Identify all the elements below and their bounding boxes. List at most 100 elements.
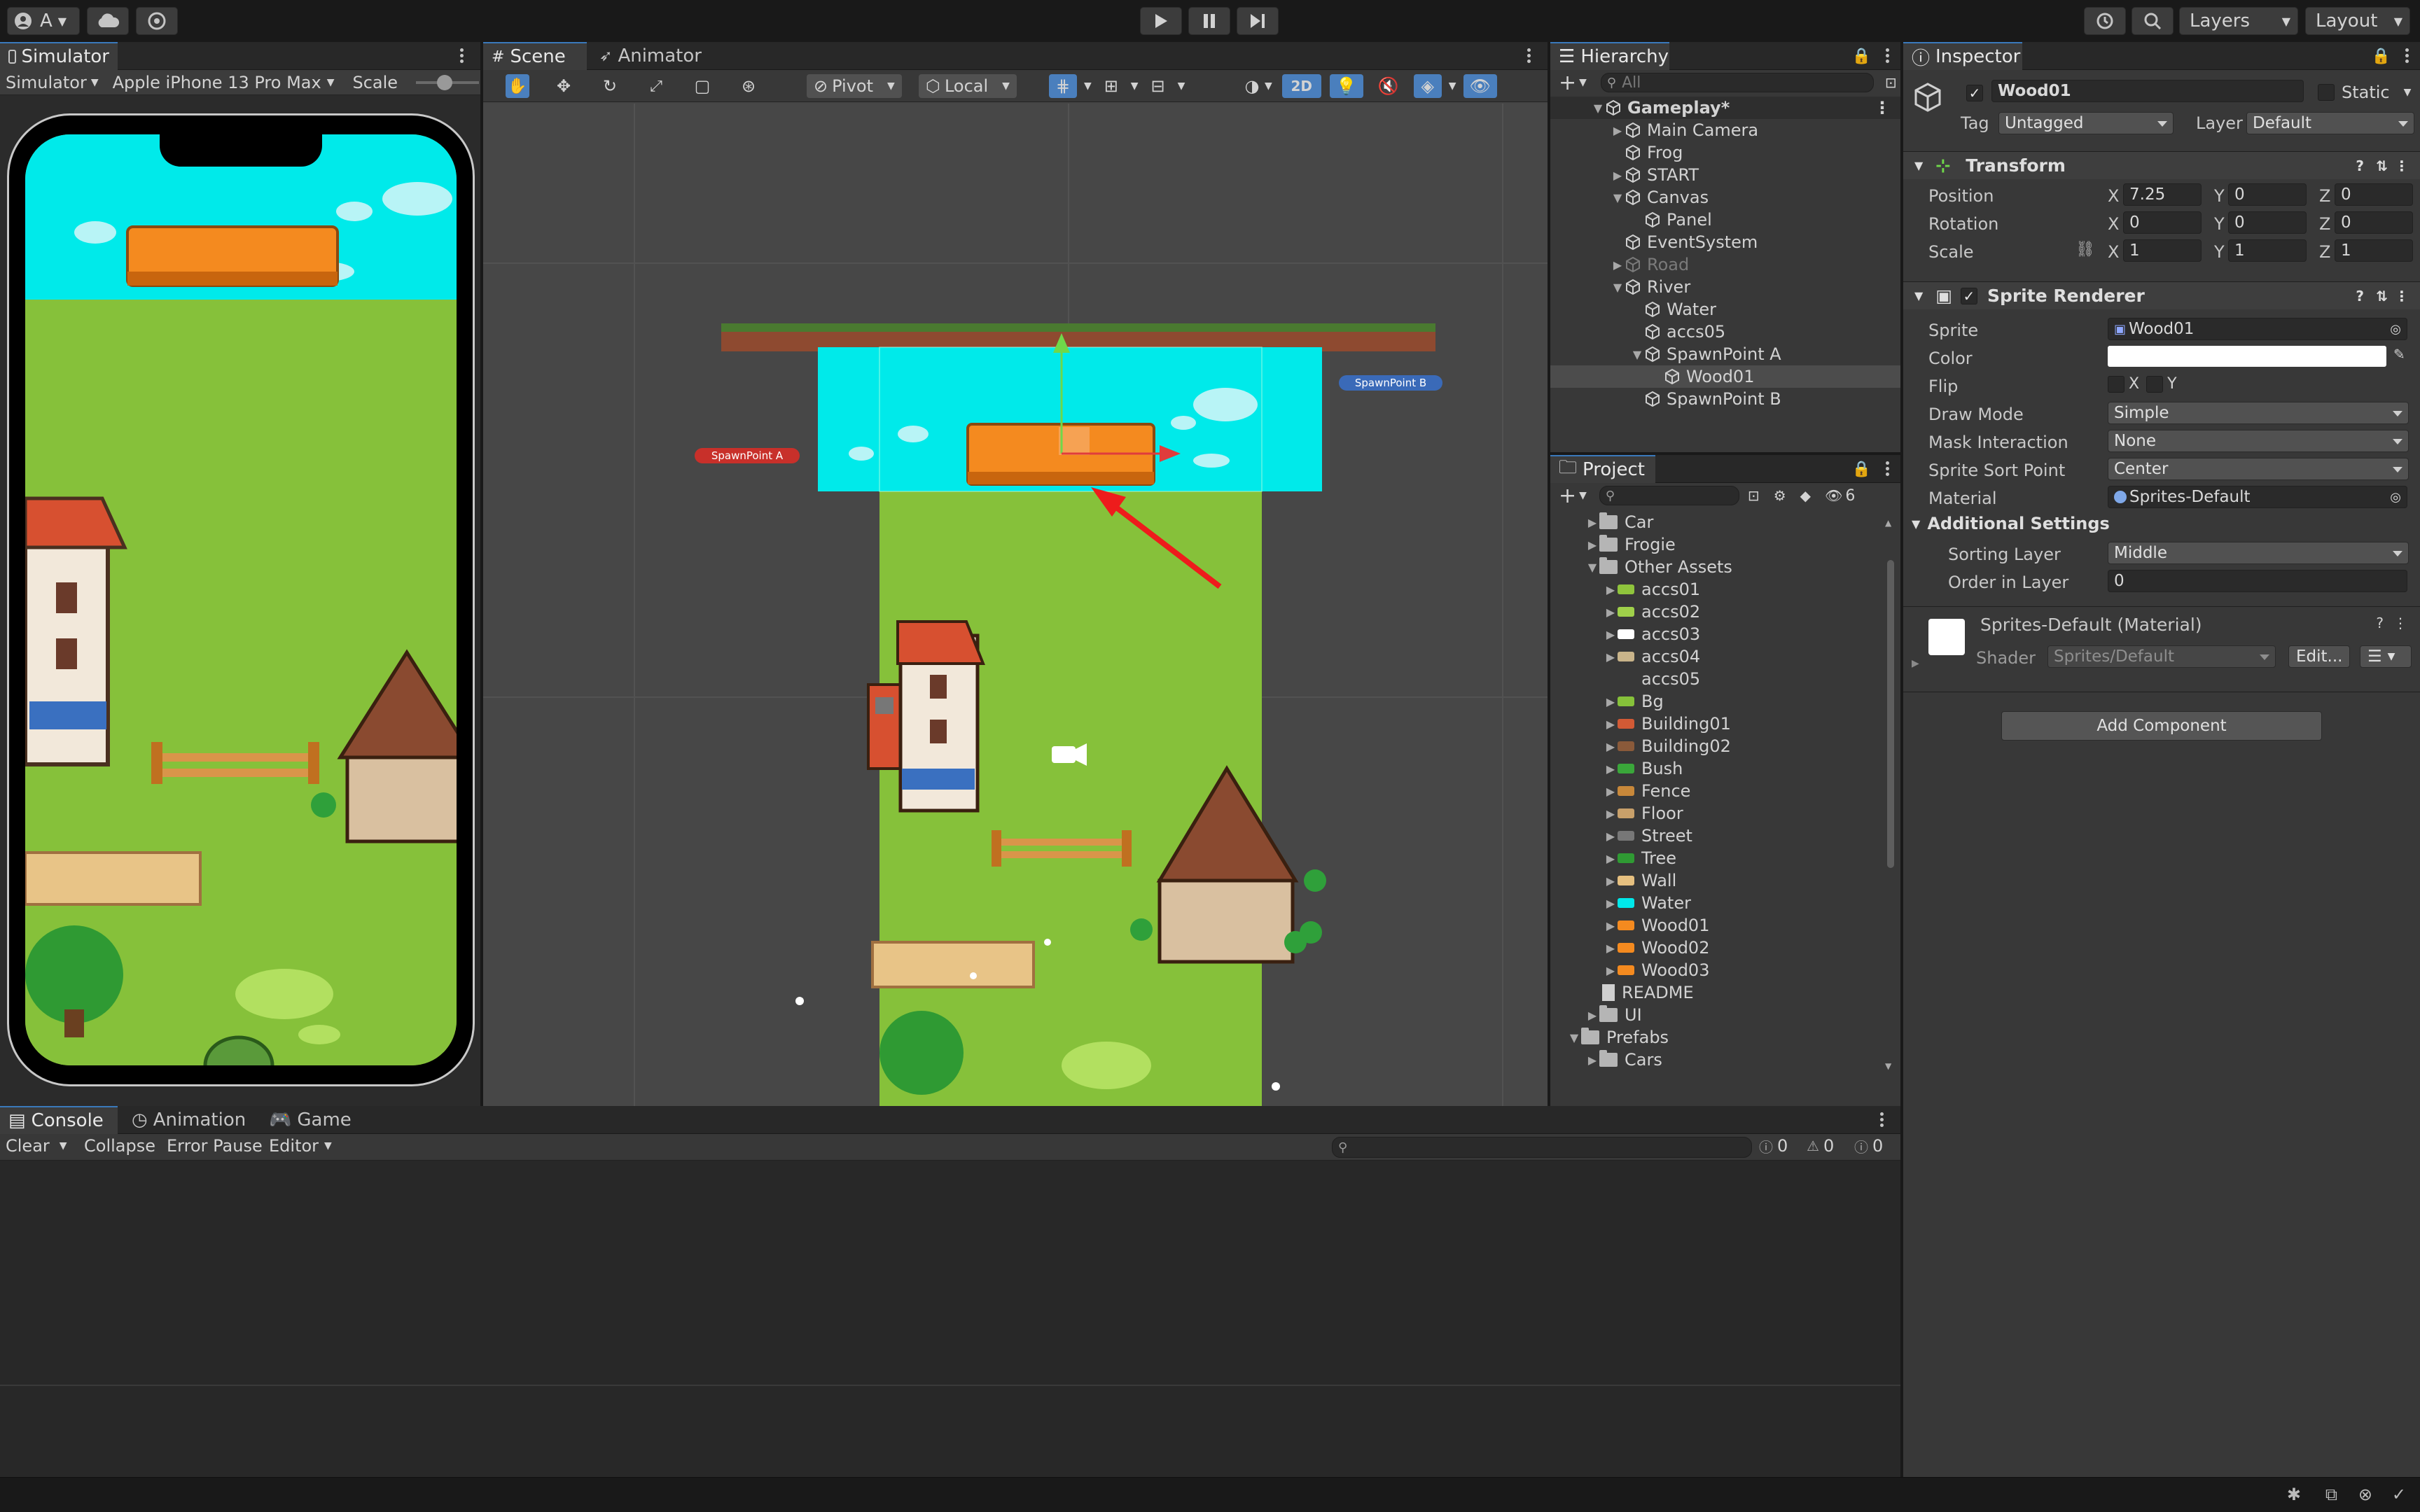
foldout-arrow-icon[interactable]: ▶ (1604, 941, 1618, 955)
local-dropdown[interactable]: ⬡ Local ▼ (919, 74, 1017, 98)
hierarchy-item[interactable]: ▶ Road (1550, 253, 1900, 276)
device-dropdown[interactable]: Apple iPhone 13 Pro Max ▼ (113, 73, 335, 92)
foldout-arrow-icon[interactable]: ▶ (1611, 124, 1625, 137)
hidden-packages-icon[interactable]: 👁 (1825, 487, 1842, 504)
foldout-arrow-icon[interactable]: ▶ (1585, 538, 1599, 552)
lock-icon[interactable]: 🔒 (1852, 48, 1871, 65)
project-item[interactable]: ▶ Wood01 (1550, 914, 1884, 937)
hierarchy-item[interactable]: accs05 (1550, 321, 1900, 343)
active-checkbox[interactable]: ✓ (1966, 83, 1983, 102)
project-item[interactable]: ▶ Wood02 (1550, 937, 1884, 959)
sorting-layer-dropdown[interactable]: Middle (2108, 542, 2409, 564)
hierarchy-item[interactable]: ▼ Canvas (1550, 186, 1900, 209)
scene-viewport[interactable]: SpawnPoint A SpawnPoint B (483, 104, 1548, 1106)
project-item[interactable]: ▶ accs02 (1550, 601, 1884, 623)
foldout-arrow-icon[interactable]: ▶ (1604, 628, 1618, 641)
position-x-field[interactable]: 7.25 (2123, 183, 2202, 206)
scale-z-field[interactable]: 1 (2335, 239, 2413, 262)
project-scrollbar[interactable]: ▲ ▼ (1885, 518, 1896, 1071)
info-filter-toggle[interactable]: ⓘ 0 (1759, 1134, 1788, 1158)
scene-visibility-button[interactable]: 👁 (1463, 74, 1497, 98)
rotate-tool-button[interactable]: ↻ (598, 74, 622, 98)
hierarchy-item[interactable]: Wood01 (1550, 365, 1900, 388)
tag-dropdown[interactable]: Untagged (1998, 112, 2174, 134)
lock-icon[interactable]: 🔒 (1852, 461, 1871, 478)
project-item[interactable]: ▶ Bush (1550, 757, 1884, 780)
foldout-arrow-icon[interactable]: ▼ (1567, 1031, 1581, 1044)
search-by-label-icon[interactable]: ⚙ (1774, 487, 1786, 504)
scale-slider-handle[interactable] (437, 74, 453, 90)
rect-tool-button[interactable]: ▢ (690, 74, 714, 98)
scale-y-field[interactable]: 1 (2228, 239, 2307, 262)
foldout-arrow-icon[interactable]: ▶ (1912, 658, 1919, 669)
project-item[interactable]: ▶ Building02 (1550, 735, 1884, 757)
hierarchy-item[interactable]: ▼ SpawnPoint A (1550, 343, 1900, 365)
scroll-down-icon[interactable]: ▼ (1885, 1061, 1891, 1071)
clear-button[interactable]: Clear ▼ (6, 1134, 67, 1158)
presets-icon[interactable]: ⇅ (2376, 158, 2388, 174)
foldout-arrow-icon[interactable]: ▼ (1585, 561, 1599, 574)
scale-z-axis-label[interactable]: Z (2319, 242, 2330, 262)
search-button[interactable] (2132, 7, 2174, 35)
collapse-button[interactable]: Collapse (84, 1134, 155, 1158)
project-item[interactable]: ▶ accs01 (1550, 578, 1884, 601)
account-dropdown[interactable]: A ▼ (7, 7, 80, 35)
scale-tool-button[interactable]: ⤢ (644, 74, 668, 98)
cache-server-icon[interactable]: ⊗ (2358, 1485, 2372, 1504)
search-by-type-icon[interactable]: ⊡ (1748, 487, 1760, 504)
editor-dropdown[interactable]: Editor ▼ (269, 1134, 332, 1158)
add-object-button[interactable]: + ▼ (1559, 71, 1587, 95)
foldout-arrow-icon[interactable]: ▶ (1604, 583, 1618, 596)
eyedropper-icon[interactable]: ✎ (2393, 346, 2405, 363)
scrollbar-thumb[interactable] (1887, 560, 1894, 868)
foldout-arrow-icon[interactable]: ▶ (1604, 785, 1618, 798)
static-toggle[interactable]: Static ▼ (2318, 83, 2411, 102)
add-component-button[interactable]: Add Component (2001, 711, 2322, 741)
position-z-field[interactable]: 0 (2335, 183, 2413, 206)
help-icon[interactable]: ? (2356, 288, 2364, 304)
material-field[interactable]: Sprites-Default ◎ (2108, 486, 2407, 508)
constrain-proportions-icon[interactable]: ⛓ (2075, 241, 2095, 258)
game-view-screen[interactable] (25, 134, 457, 1065)
foldout-arrow-icon[interactable]: ▼ (1611, 191, 1625, 204)
foldout-arrow-icon[interactable]: ▼ (1591, 102, 1605, 115)
transform-header[interactable]: ▼ ⊹ Transform ? ⇅ ⋮ (1903, 151, 2420, 179)
lock-icon[interactable]: 🔒 (2372, 48, 2391, 65)
project-item[interactable]: accs05 (1550, 668, 1884, 690)
project-item[interactable]: ▶ Cars (1550, 1049, 1884, 1071)
error-pause-button[interactable]: Error Pause (167, 1134, 263, 1158)
foldout-arrow-icon[interactable]: ▶ (1604, 740, 1618, 753)
project-item[interactable]: ▶ UI (1550, 1004, 1884, 1026)
order-in-layer-field[interactable]: 0 (2108, 570, 2407, 592)
foldout-arrow-icon[interactable]: ▶ (1604, 718, 1618, 731)
hierarchy-item[interactable]: ▼ Gameplay* ⋮ (1550, 97, 1900, 119)
rotation-x-axis-label[interactable]: X (2108, 214, 2119, 234)
layout-dropdown[interactable]: Layout ▼ (2305, 7, 2410, 35)
help-icon[interactable]: ? (2376, 615, 2384, 631)
presets-icon[interactable]: ⇅ (2376, 288, 2388, 304)
project-item[interactable]: ▶ Fence (1550, 780, 1884, 802)
foldout-arrow-icon[interactable]: ▶ (1604, 874, 1618, 888)
foldout-arrow-icon[interactable]: ▶ (1604, 964, 1618, 977)
scale-slider[interactable] (416, 74, 480, 90)
component-menu-icon[interactable]: ⋮ (2395, 158, 2409, 174)
foldout-arrow-icon[interactable]: ▼ (1630, 348, 1644, 361)
tab-game[interactable]: 🎮 Game (260, 1106, 359, 1134)
project-item[interactable]: ▶ Water (1550, 892, 1884, 914)
audio-button[interactable]: 🔇 (1372, 74, 1405, 98)
position-y-field[interactable]: 0 (2228, 183, 2307, 206)
foldout-arrow-icon[interactable]: ▶ (1585, 516, 1599, 529)
scale-y-axis-label[interactable]: Y (2214, 242, 2225, 262)
foldout-arrow-icon[interactable]: ▶ (1604, 852, 1618, 865)
cloud-button[interactable] (87, 7, 129, 35)
sprite-field[interactable]: ▣ Wood01 ◎ (2108, 318, 2407, 340)
component-menu-icon[interactable]: ⋮ (2393, 615, 2407, 631)
warning-filter-toggle[interactable]: ⚠ 0 (1807, 1134, 1834, 1158)
foldout-arrow-icon[interactable]: ▶ (1604, 919, 1618, 932)
project-item[interactable]: ▶ Frogie (1550, 533, 1884, 556)
tab-hierarchy[interactable]: ☰ Hierarchy (1550, 42, 1669, 70)
favorite-tag-icon[interactable]: ◆ (1800, 487, 1811, 504)
mask-interaction-dropdown[interactable]: None (2108, 430, 2409, 452)
search-filter-icon[interactable]: ⊡ (1885, 74, 1897, 91)
step-button[interactable] (1237, 7, 1279, 35)
